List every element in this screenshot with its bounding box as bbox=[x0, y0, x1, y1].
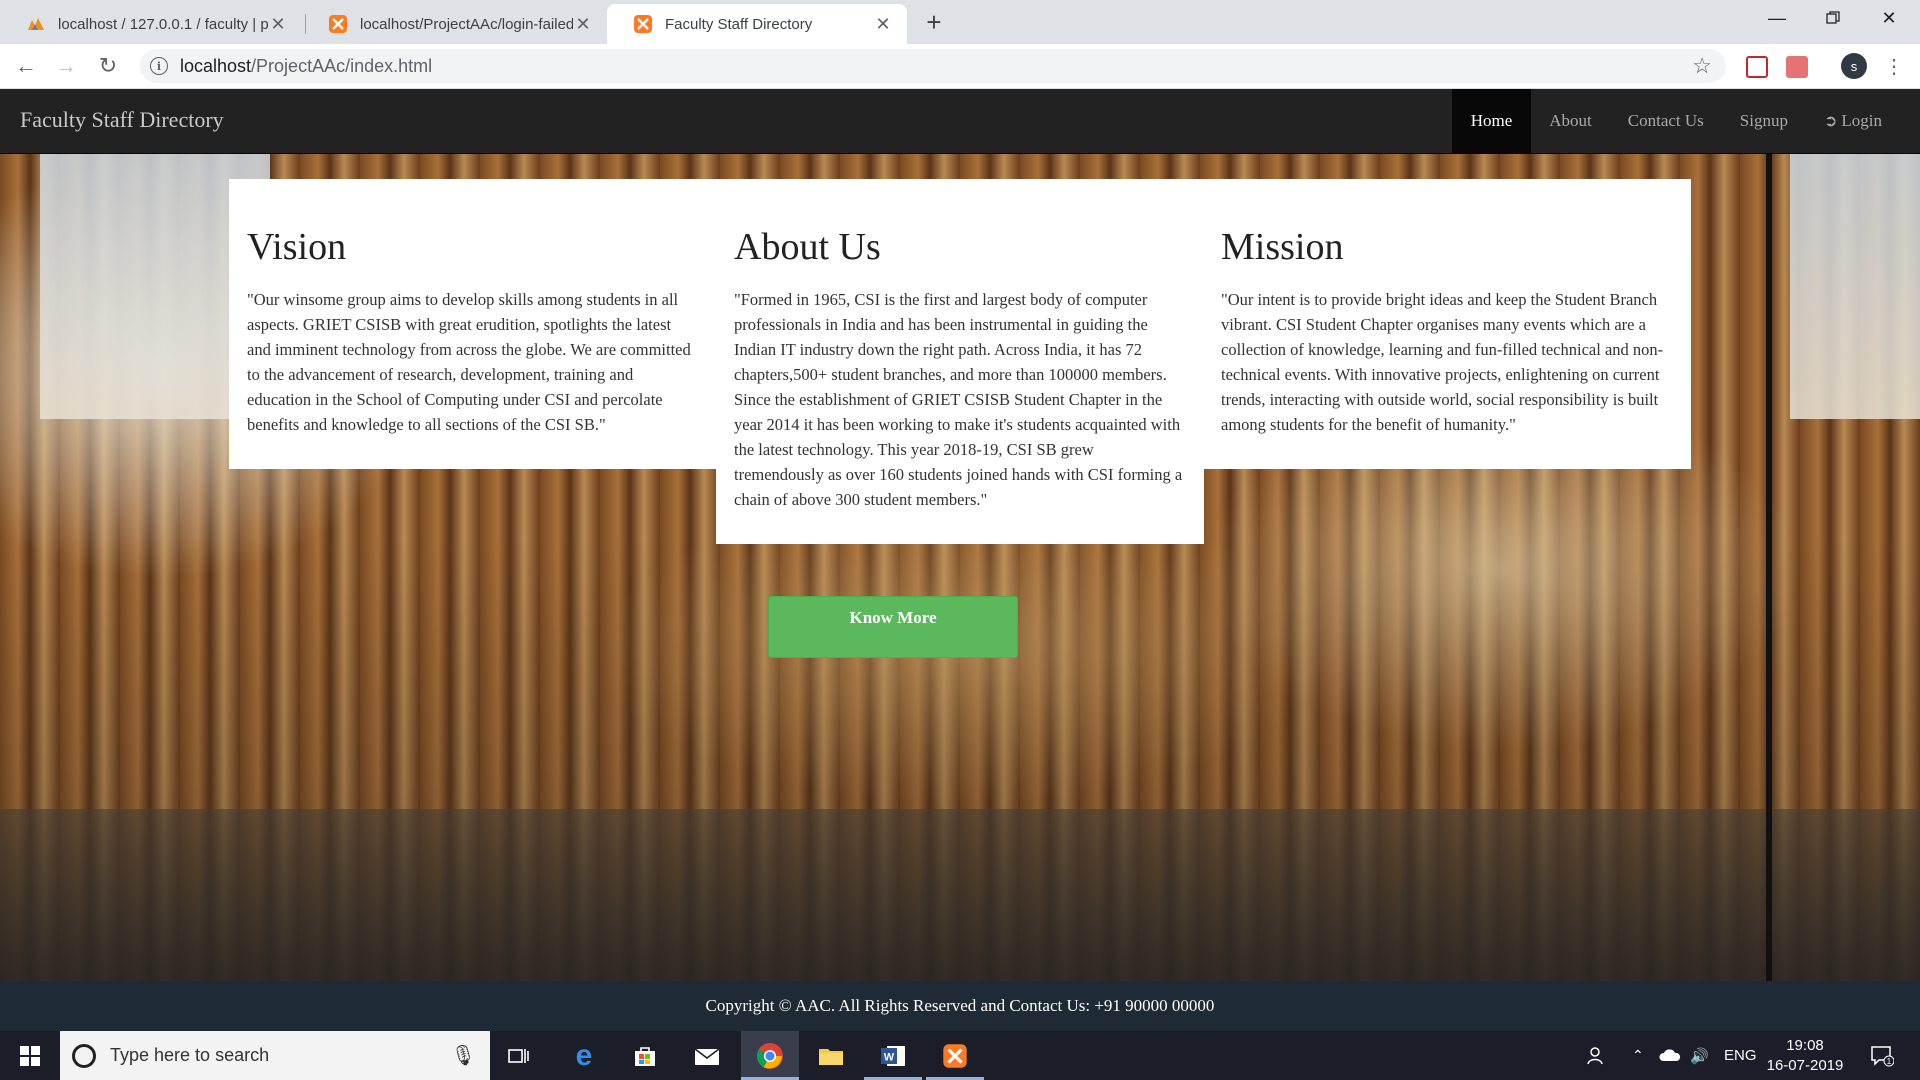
nav-login[interactable]: ➲ Login bbox=[1806, 89, 1920, 153]
url-host: localhost bbox=[180, 55, 252, 76]
tab-close-icon[interactable]: ✕ bbox=[573, 14, 593, 34]
url-path: /ProjectAAc/index.html bbox=[251, 55, 433, 76]
clock-time: 19:08 bbox=[1786, 1037, 1824, 1054]
window-close-icon[interactable]: ✕ bbox=[1862, 0, 1916, 36]
reload-icon[interactable]: ↻ bbox=[92, 50, 124, 82]
microphone-icon[interactable]: 🎙 bbox=[451, 1043, 476, 1068]
browser-toolbar: ← → ↻ i localhost/ProjectAAc/index.html … bbox=[0, 44, 1920, 89]
nav-signup[interactable]: Signup bbox=[1722, 89, 1806, 153]
know-more-button[interactable]: Know More bbox=[768, 596, 1018, 658]
mission-text: "Our intent is to provide bright ideas a… bbox=[1221, 290, 1664, 434]
language-indicator[interactable]: ENG bbox=[1724, 1031, 1757, 1080]
windows-taskbar: Type here to search 🎙 e W ⌃ 🔊 ENG 19:08 … bbox=[0, 1031, 1920, 1080]
address-bar[interactable]: i localhost/ProjectAAc/index.html ☆ bbox=[140, 49, 1726, 83]
tab-phpmyadmin[interactable]: localhost / 127.0.0.1 / faculty | ph ✕ bbox=[0, 4, 302, 44]
navbar-brand[interactable]: Faculty Staff Directory bbox=[20, 107, 224, 133]
xampp-icon bbox=[633, 14, 653, 34]
tab-login-failed[interactable]: localhost/ProjectAAc/login-failed ✕ bbox=[302, 4, 607, 44]
about-panel: About Us "Formed in 1965, CSI is the fir… bbox=[716, 179, 1204, 544]
tab-title: Faculty Staff Directory bbox=[665, 15, 813, 33]
mission-heading: Mission bbox=[1221, 226, 1344, 268]
task-view-icon[interactable] bbox=[490, 1031, 548, 1080]
xampp-taskbar-icon[interactable] bbox=[926, 1031, 984, 1080]
pdf-extension-icon[interactable] bbox=[1786, 56, 1808, 78]
vision-panel: Vision "Our winsome group aims to develo… bbox=[229, 179, 717, 469]
notification-count: 1 bbox=[1887, 1057, 1892, 1066]
tab-faculty-staff-directory[interactable]: Faculty Staff Directory ✕ bbox=[607, 4, 907, 44]
site-navbar: Faculty Staff Directory Home About Conta… bbox=[0, 89, 1920, 154]
edge-browser-icon[interactable]: e bbox=[555, 1031, 613, 1080]
browser-tab-strip: localhost / 127.0.0.1 / faculty | ph ✕ l… bbox=[0, 0, 1920, 44]
back-icon[interactable]: ← bbox=[10, 50, 42, 82]
nav-home[interactable]: Home bbox=[1451, 89, 1532, 153]
show-hidden-icons-chevron-icon[interactable]: ⌃ bbox=[1632, 1031, 1644, 1080]
nav-contact-us[interactable]: Contact Us bbox=[1610, 89, 1722, 153]
cortana-icon bbox=[72, 1043, 96, 1068]
url-text: localhost/ProjectAAc/index.html bbox=[180, 56, 432, 77]
background-floor bbox=[0, 809, 1920, 981]
chrome-icon[interactable] bbox=[741, 1031, 799, 1080]
nav-login-label: Login bbox=[1841, 111, 1882, 130]
search-placeholder: Type here to search bbox=[110, 1045, 270, 1065]
mail-icon[interactable] bbox=[678, 1031, 736, 1080]
vision-heading: Vision bbox=[247, 226, 347, 268]
site-footer: Copyright © AAC. All Rights Reserved and… bbox=[0, 981, 1920, 1031]
restore-icon[interactable] bbox=[1806, 0, 1860, 36]
browser-menu-icon[interactable]: ⋮ bbox=[1884, 52, 1904, 80]
windows-start-icon[interactable] bbox=[0, 1031, 60, 1080]
xampp-icon bbox=[328, 14, 348, 34]
web-page: Faculty Staff Directory Home About Conta… bbox=[0, 89, 1920, 1031]
phpmyadmin-icon bbox=[26, 14, 46, 34]
word-icon[interactable]: W bbox=[864, 1031, 922, 1080]
store-icon[interactable] bbox=[616, 1031, 674, 1080]
file-explorer-icon[interactable] bbox=[802, 1031, 860, 1080]
onedrive-network-icon[interactable] bbox=[1658, 1031, 1682, 1080]
clock-date: 16-07-2019 bbox=[1766, 1057, 1844, 1074]
bookmark-star-icon[interactable]: ☆ bbox=[1692, 53, 1712, 79]
action-center-icon[interactable]: 1 bbox=[1866, 1041, 1898, 1071]
profile-avatar[interactable]: s bbox=[1841, 53, 1867, 79]
site-info-icon[interactable]: i bbox=[150, 57, 168, 75]
tab-close-icon[interactable]: ✕ bbox=[268, 14, 288, 34]
tab-title: localhost/ProjectAAc/login-failed bbox=[360, 15, 573, 33]
new-tab-button[interactable]: + bbox=[920, 7, 948, 37]
taskbar-clock[interactable]: 19:08 16-07-2019 bbox=[1760, 1036, 1850, 1076]
nav-links: Home About Contact Us Signup ➲ Login bbox=[1451, 89, 1920, 153]
taskbar-search-box[interactable]: Type here to search 🎙 bbox=[60, 1031, 490, 1080]
extension-shield-icon[interactable] bbox=[1746, 56, 1768, 78]
minimize-icon[interactable]: — bbox=[1750, 0, 1804, 36]
background-edge bbox=[1766, 153, 1772, 981]
about-text: "Formed in 1965, CSI is the first and la… bbox=[734, 290, 1183, 509]
mission-panel: Mission "Our intent is to provide bright… bbox=[1203, 179, 1691, 469]
people-icon[interactable] bbox=[1586, 1031, 1608, 1080]
svg-text:W: W bbox=[884, 1051, 895, 1063]
tab-close-icon[interactable]: ✕ bbox=[873, 14, 893, 34]
vision-text: "Our winsome group aims to develop skill… bbox=[247, 290, 691, 434]
login-icon: ➲ bbox=[1823, 113, 1838, 130]
nav-about[interactable]: About bbox=[1531, 89, 1610, 153]
forward-icon[interactable]: → bbox=[50, 50, 82, 82]
volume-icon[interactable]: 🔊 bbox=[1690, 1031, 1709, 1080]
tab-title: localhost / 127.0.0.1 / faculty | ph bbox=[58, 15, 268, 33]
about-heading: About Us bbox=[734, 226, 881, 268]
